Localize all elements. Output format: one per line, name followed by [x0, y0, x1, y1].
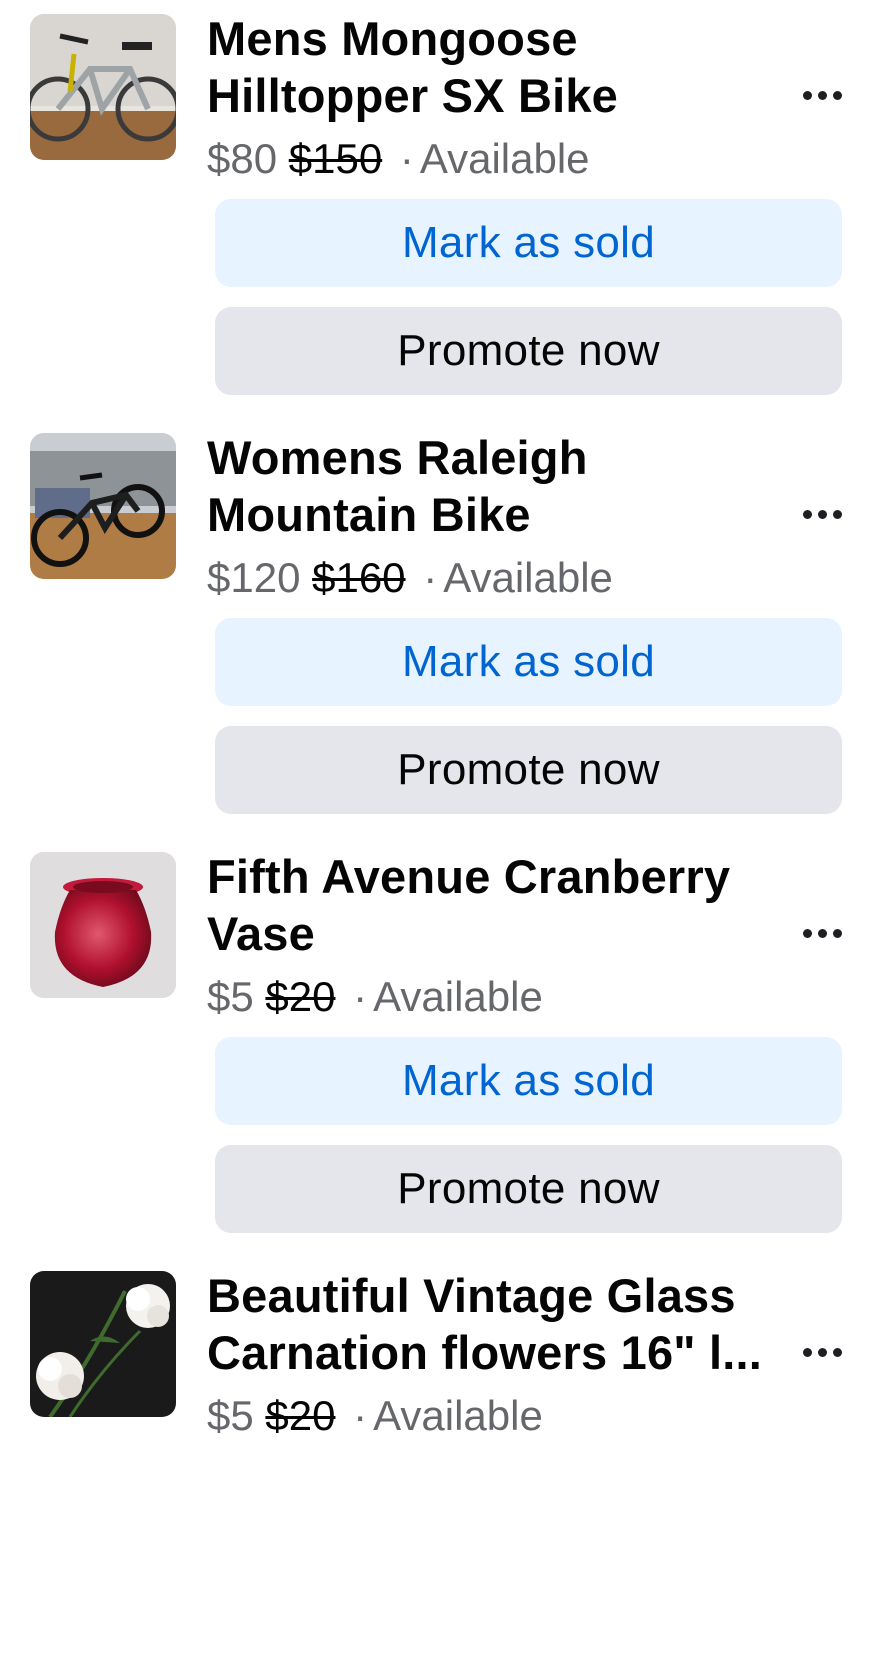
separator: · [353, 973, 368, 1020]
status-text: Available [373, 973, 543, 1020]
more-options-icon[interactable] [796, 1337, 848, 1367]
listing-thumbnail[interactable] [30, 1271, 176, 1417]
listing-title[interactable]: Fifth Avenue Cranberry Vase [207, 848, 767, 962]
original-price: $20 [265, 1392, 336, 1439]
original-price: $150 [288, 135, 383, 182]
status-text: Available [373, 1392, 543, 1439]
listing-title[interactable]: Womens Raleigh Mountain Bike [207, 429, 767, 543]
listing-thumbnail[interactable] [30, 14, 176, 160]
price: $5 [207, 973, 254, 1020]
mark-as-sold-button[interactable]: Mark as sold [215, 199, 842, 287]
listing-item[interactable]: Womens Raleigh Mountain Bike $120 $160 ·… [0, 419, 881, 839]
price: $120 [207, 554, 301, 601]
promote-now-button[interactable]: Promote now [215, 307, 842, 395]
mark-as-sold-button[interactable]: Mark as sold [215, 618, 842, 706]
listing-item[interactable]: Mens Mongoose Hilltopper SX Bike $80 $15… [0, 0, 881, 420]
more-options-icon[interactable] [796, 918, 848, 948]
bike-photo [30, 14, 176, 160]
flowers-photo [30, 1271, 176, 1417]
price-line: $5 $20 · Available [207, 971, 543, 1023]
original-price: $20 [265, 973, 336, 1020]
separator: · [353, 1392, 368, 1439]
listing-item[interactable]: Beautiful Vintage Glass Carnation flower… [0, 1257, 881, 1677]
listing-title[interactable]: Mens Mongoose Hilltopper SX Bike [207, 10, 767, 124]
status-text: Available [443, 554, 613, 601]
price: $5 [207, 1392, 254, 1439]
vase-photo [30, 852, 176, 998]
promote-now-button[interactable]: Promote now [215, 726, 842, 814]
listing-title[interactable]: Beautiful Vintage Glass Carnation flower… [207, 1267, 767, 1381]
listing-item[interactable]: Fifth Avenue Cranberry Vase $5 $20 · Avai… [0, 838, 881, 1258]
price: $80 [207, 135, 278, 182]
promote-now-button[interactable]: Promote now [215, 1145, 842, 1233]
separator: · [399, 135, 414, 182]
more-options-icon[interactable] [796, 80, 848, 110]
price-line: $80 $150 · Available [207, 133, 590, 185]
listing-thumbnail[interactable] [30, 852, 176, 998]
listing-thumbnail[interactable] [30, 433, 176, 579]
bike-photo [30, 433, 176, 579]
more-options-icon[interactable] [796, 499, 848, 529]
status-text: Available [419, 135, 590, 182]
mark-as-sold-button[interactable]: Mark as sold [215, 1037, 842, 1125]
price-line: $120 $160 · Available [207, 552, 613, 604]
price-line: $5 $20 · Available [207, 1390, 543, 1442]
separator: · [423, 554, 438, 601]
original-price: $160 [312, 554, 406, 601]
